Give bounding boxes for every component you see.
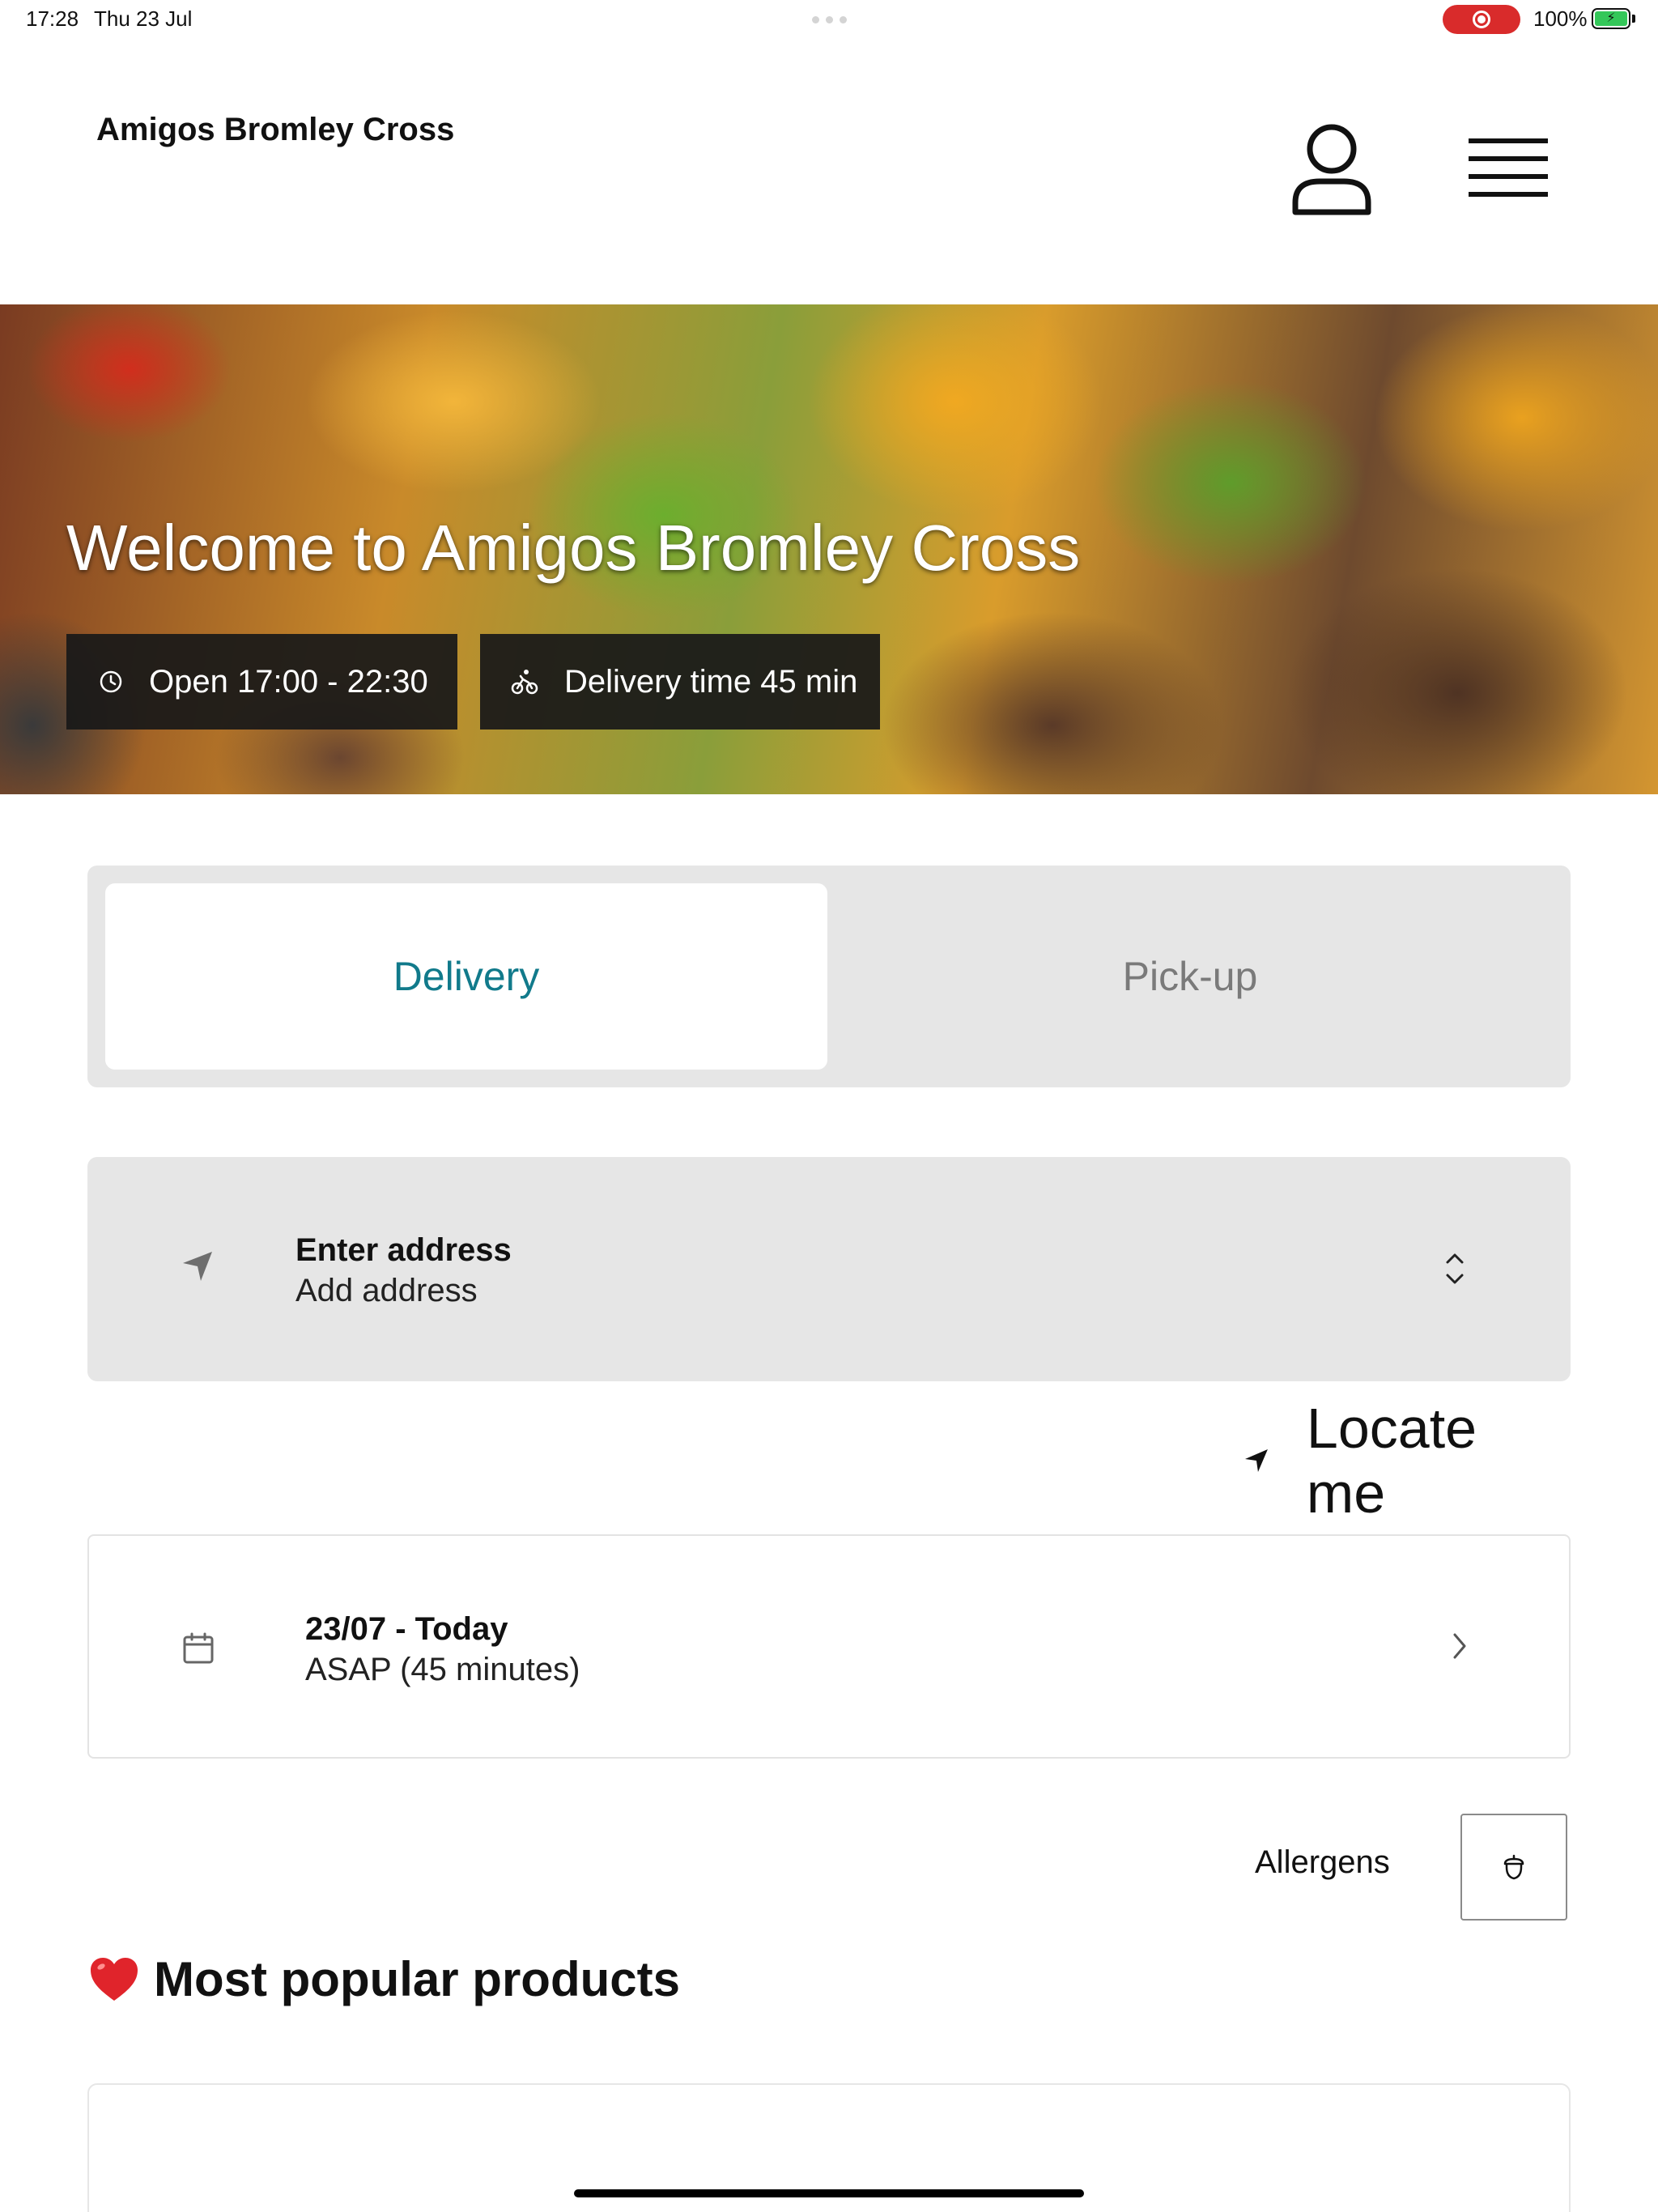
delivery-time-text: Delivery time 45 min xyxy=(564,663,858,700)
allergens-button[interactable] xyxy=(1460,1814,1567,1921)
tab-pick-up[interactable]: Pick-up xyxy=(827,883,1553,1070)
delivery-time-badge: Delivery time 45 min xyxy=(480,634,880,730)
tab-delivery[interactable]: Delivery xyxy=(105,883,827,1070)
chevron-right-icon xyxy=(1453,1633,1466,1659)
location-arrow-icon xyxy=(183,1252,212,1281)
order-mode-toggle: Delivery Pick-up xyxy=(87,866,1571,1087)
popular-products-heading: Most popular products xyxy=(89,1951,680,2007)
status-time: 17:28 xyxy=(26,6,79,31)
allergens-label: Allergens xyxy=(1255,1844,1390,1880)
chevron-up-down-icon xyxy=(1446,1253,1464,1284)
battery-percentage: 100% xyxy=(1533,6,1588,31)
schedule-time: ASAP (45 minutes) xyxy=(305,1652,580,1687)
multitasking-dots-icon[interactable] xyxy=(812,16,847,23)
popular-products-title: Most popular products xyxy=(154,1952,680,2006)
welcome-title: Welcome to Amigos Bromley Cross xyxy=(66,512,1081,584)
status-bar: 17:28 Thu 23 Jul 100% ⚡ xyxy=(0,0,1658,39)
address-title: Enter address xyxy=(295,1232,512,1268)
hamburger-menu-icon xyxy=(1469,138,1548,197)
status-date: Thu 23 Jul xyxy=(94,6,193,31)
app-header xyxy=(0,39,1658,304)
restaurant-name[interactable]: Amigos Bromley Cross xyxy=(96,112,454,148)
bicycle-icon xyxy=(511,670,538,695)
schedule-date: 23/07 - Today xyxy=(305,1611,508,1647)
acorn-icon xyxy=(1503,1854,1524,1880)
locate-me-button[interactable]: Locate me xyxy=(1244,1397,1571,1525)
location-arrow-icon xyxy=(1244,1449,1268,1472)
home-indicator[interactable] xyxy=(574,2189,1084,2197)
calendar-icon xyxy=(183,1632,214,1664)
opening-hours-badge: Open 17:00 - 22:30 xyxy=(66,634,457,730)
account-button[interactable] xyxy=(1287,121,1376,219)
opening-hours-text: Open 17:00 - 22:30 xyxy=(149,663,428,700)
screen-recording-icon[interactable] xyxy=(1443,5,1520,34)
address-selector[interactable]: Enter address Add address xyxy=(87,1157,1571,1381)
address-subtitle: Add address xyxy=(295,1273,478,1308)
battery-icon: ⚡ xyxy=(1592,8,1630,29)
person-icon xyxy=(1292,124,1371,215)
hero-banner: Welcome to Amigos Bromley Cross Open 17:… xyxy=(0,304,1658,794)
delivery-time-selector[interactable]: 23/07 - Today ASAP (45 minutes) xyxy=(87,1534,1571,1759)
menu-button[interactable] xyxy=(1465,134,1554,206)
red-heart-icon xyxy=(91,1957,138,2001)
clock-icon xyxy=(100,670,122,693)
locate-me-label: Locate me xyxy=(1306,1397,1477,1525)
